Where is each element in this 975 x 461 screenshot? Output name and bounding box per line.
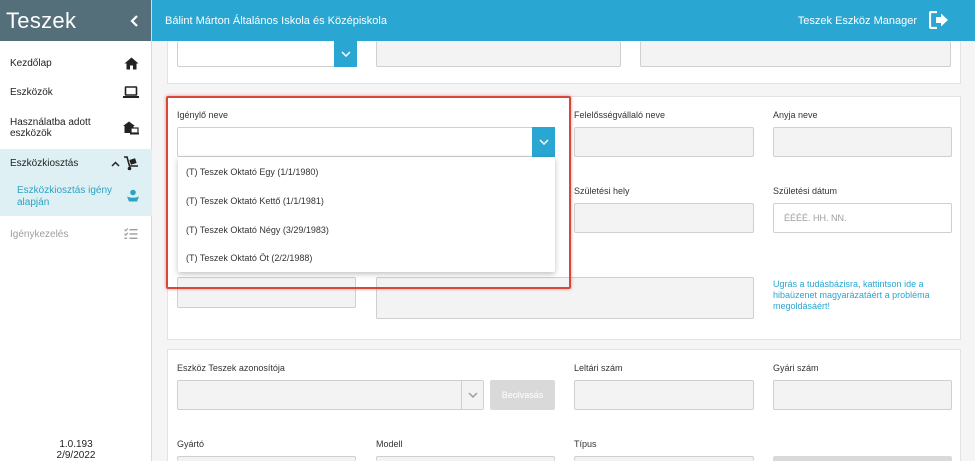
school-name: Bálint Márton Általános Iskola és Középi… [165,14,387,27]
top-select-dropdown-button[interactable] [334,41,357,67]
sidebar-item-label: Kezdőlap [10,57,52,69]
beolvasas-button[interactable]: Beolvasás [490,380,555,410]
sidebar-header: Teszek [0,0,151,41]
szuletesi-datum-field[interactable]: ÉÉÉÉ. HH. NN. [773,203,952,233]
igenylo-neve-dropdown-list: (T) Teszek Oktató Egy (1/1/1980) (T) Tes… [178,157,555,272]
sidebar-item-eszkozkiosztas[interactable]: Eszközkiosztás [0,149,152,178]
version-number: 1.0.193 [59,439,93,450]
leltari-szam-label: Leltári szám [574,363,623,373]
version-info: 1.0.193 2/9/2022 [0,439,152,461]
sidebar-item-igenykezeles[interactable]: Igénykezelés [0,223,152,245]
chevron-down-icon [340,51,351,57]
chevron-down-icon [467,392,478,398]
tipus-label: Típus [574,439,597,449]
sidebar-subitem-label: Eszközkiosztás igény alapján [17,185,112,209]
home-laptop-icon [122,119,140,137]
sidebar-item-label: Igénykezelés [10,228,69,240]
sidebar-subitem-eszkozkiosztas-igeny[interactable]: Eszközkiosztás igény alapján [0,178,152,216]
dropdown-option[interactable]: (T) Teszek Oktató Kettő (1/1/1981) [178,186,555,215]
sidebar-subitem-label-line1: Eszközkiosztás igény [17,185,113,196]
device-action-button[interactable] [773,456,952,461]
eszkoz-azonosito-dropdown-button[interactable] [461,381,483,409]
knowledge-base-link[interactable]: Ugrás a tudásbázisra, kattintson ide a h… [773,279,958,312]
anyja-neve-label: Anyja neve [773,110,818,120]
dropdown-option[interactable]: (T) Teszek Oktató Négy (3/29/1983) [178,215,555,244]
szuletesi-datum-label: Születési dátum [773,186,838,196]
logout-icon [928,10,948,29]
leltari-szam-field[interactable] [574,380,754,410]
dropdown-option[interactable]: (T) Teszek Oktató Egy (1/1/1980) [178,157,555,186]
sidebar-item-eszkozok[interactable]: Eszközök [0,81,152,103]
logout-button[interactable] [928,10,949,31]
chevron-down-icon [538,139,549,145]
igenylo-neve-select[interactable] [177,127,555,157]
chevron-left-icon [130,14,138,27]
app-logo-title: Teszek [6,7,77,33]
extra-field-wide[interactable] [376,277,754,319]
sidebar-item-label: Használatba adott eszközök [10,117,91,139]
top-select-field[interactable] [177,41,357,67]
sidebar-item-label-line2: eszközök [10,128,52,139]
gyari-szam-label: Gyári szám [773,363,819,373]
sidebar-item-kezdolap[interactable]: Kezdőlap [0,52,152,74]
top-bar: Bálint Márton Általános Iskola és Középi… [152,0,975,41]
sidebar: Teszek Kezdőlap Eszközök Használatba ado… [0,0,152,461]
igenylo-neve-label: Igénylő neve [177,110,229,120]
eszkoz-azonosito-label: Eszköz Teszek azonosítója [177,363,285,373]
gyarto-label: Gyártó [177,439,205,449]
help-link-line1: Ugrás a tudásbázisra, kattintson ide a [773,279,924,289]
extra-field-left[interactable] [177,277,356,308]
felelos-neve-label: Felelősségvállaló neve [574,110,666,120]
sidebar-item-label: Eszközök [10,86,53,98]
sidebar-item-label-line1: Használatba adott [10,117,91,128]
gyarto-field[interactable] [177,456,356,461]
collapse-sidebar-button[interactable] [129,12,139,30]
szuletesi-datum-placeholder: ÉÉÉÉ. HH. NN. [784,213,847,223]
top-text-field[interactable] [376,41,621,67]
sidebar-subitem-label-line2: alapján [17,197,50,208]
sidebar-item-label: Eszközkiosztás [10,158,79,169]
modell-field[interactable] [376,456,555,461]
version-date: 2/9/2022 [56,450,96,461]
top-text-field-2[interactable] [640,41,951,67]
dropdown-option[interactable]: (T) Teszek Oktató Öt (2/2/1988) [178,243,555,272]
anyja-neve-field[interactable] [773,127,952,157]
tipus-field[interactable] [574,456,754,461]
app-name: Teszek Eszköz Manager [797,14,917,27]
szuletesi-hely-label: Születési hely [574,186,630,196]
laptop-icon [122,83,140,101]
home-icon [122,54,140,72]
help-link-line2: hibaüzenet magyarázatáért a probléma [773,290,930,300]
help-link-line3: megoldásáért! [773,301,831,311]
hand-truck-icon [122,155,140,173]
checklist-icon [122,225,140,243]
user-hand-icon [126,189,140,206]
szuletesi-hely-field[interactable] [574,203,754,233]
chevron-up-icon [111,160,120,167]
gyari-szam-field[interactable] [773,380,952,410]
igenylo-neve-dropdown-button[interactable] [532,127,555,157]
felelos-neve-field[interactable] [574,127,754,157]
modell-label: Modell [376,439,403,449]
sidebar-item-hasznalatba-adott[interactable]: Használatba adott eszközök [0,114,152,142]
eszkoz-azonosito-select[interactable] [177,380,484,410]
